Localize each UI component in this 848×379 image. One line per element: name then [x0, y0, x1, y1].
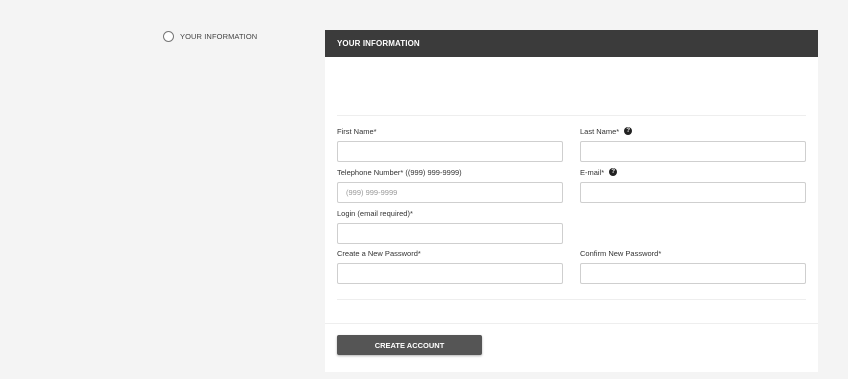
email-group: E-mail* ?: [580, 167, 806, 203]
confirm-password-group: Confirm New Password*: [580, 248, 806, 284]
divider: [325, 323, 818, 324]
question-circle-icon[interactable]: ?: [624, 127, 633, 135]
step-your-information[interactable]: YOUR INFORMATION: [163, 31, 257, 42]
telephone-input[interactable]: [337, 182, 563, 203]
login-group: Login (email required)*: [337, 208, 563, 244]
login-input[interactable]: [337, 223, 563, 244]
telephone-label: Telephone Number* ((999) 999-9999): [337, 167, 462, 177]
create-account-button[interactable]: CREATE ACCOUNT: [337, 335, 482, 355]
page: YOUR INFORMATION YOUR INFORMATION First …: [0, 0, 848, 379]
new-password-group: Create a New Password*: [337, 248, 563, 284]
panel-header: YOUR INFORMATION: [325, 30, 818, 57]
first-name-group: First Name*: [337, 126, 563, 162]
telephone-group: Telephone Number* ((999) 999-9999): [337, 167, 563, 203]
email-input[interactable]: [580, 182, 806, 203]
confirm-password-input[interactable]: [580, 263, 806, 284]
last-name-group: Last Name* ?: [580, 126, 806, 162]
panel-title: YOUR INFORMATION: [337, 39, 420, 48]
step-label: YOUR INFORMATION: [180, 32, 258, 41]
first-name-input[interactable]: [337, 141, 563, 162]
divider: [337, 115, 806, 116]
new-password-label: Create a New Password*: [337, 248, 421, 258]
step-radio-icon[interactable]: [163, 31, 174, 42]
first-name-label: First Name*: [337, 126, 377, 136]
email-label: E-mail*: [580, 167, 605, 177]
question-circle-icon[interactable]: ?: [609, 168, 618, 176]
last-name-input[interactable]: [580, 141, 806, 162]
confirm-password-label: Confirm New Password*: [580, 248, 662, 258]
login-label: Login (email required)*: [337, 208, 413, 218]
registration-panel: YOUR INFORMATION First Name* Last Name* …: [325, 30, 818, 372]
divider: [337, 299, 806, 300]
new-password-input[interactable]: [337, 263, 563, 284]
last-name-label: Last Name*: [580, 126, 620, 136]
